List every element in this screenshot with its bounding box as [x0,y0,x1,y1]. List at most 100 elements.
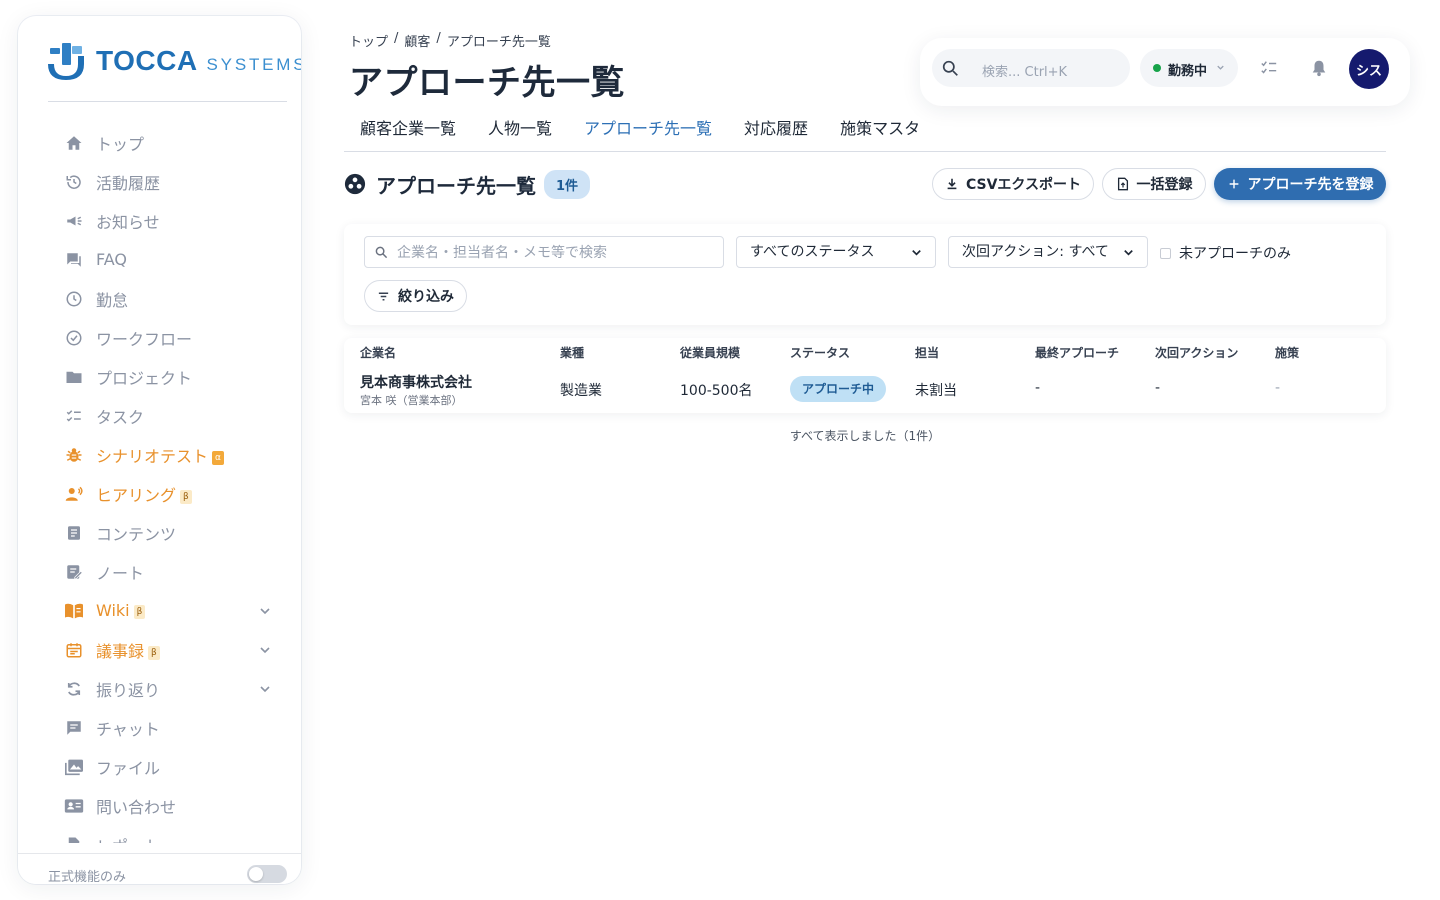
sidebar-divider [48,101,287,102]
images-icon [64,757,84,777]
breadcrumb-top[interactable]: トップ [349,31,388,50]
task-checklist-icon[interactable] [1260,59,1278,77]
status-filter-select[interactable]: すべてのステータス [736,236,936,268]
beta-badge: β [133,605,146,619]
sidebar-item-file[interactable]: ファイル [18,747,301,786]
bug-icon [64,445,84,465]
sidebar-item-label: レポート [96,833,160,844]
sidebar: TOCCA SYSTEMS トップ 活動履歴 お知らせ FAQ 勤怠 ワークフロ… [18,16,301,884]
folder-icon [64,367,84,387]
toggle-knob [249,867,263,881]
sidebar-item-workflow[interactable]: ワークフロー [18,318,301,357]
global-search[interactable]: 検索... Ctrl+K [932,49,1130,87]
tab-people[interactable]: 人物一覧 [472,116,568,151]
work-status-dropdown[interactable]: 勤務中 [1140,49,1238,87]
section-header: アプローチ先一覧 1件 [344,168,591,200]
tocca-logo-icon [48,43,84,80]
calendar-icon [64,640,84,660]
history-icon [64,172,84,192]
chevron-down-icon[interactable] [257,681,273,697]
column-header-industry[interactable]: 業種 [560,344,584,361]
bell-icon[interactable] [1310,59,1328,77]
breadcrumb-current: アプローチ先一覧 [446,35,551,50]
bulk-register-button[interactable]: 一括登録 [1102,168,1206,200]
sidebar-item-attendance[interactable]: 勤怠 [18,279,301,318]
logo[interactable]: TOCCA SYSTEMS [48,42,301,80]
csv-export-button[interactable]: CSVエクスポート [932,168,1094,200]
column-header-status[interactable]: ステータス [790,344,850,361]
column-header-measure[interactable]: 施策 [1275,344,1299,361]
sidebar-item-chat[interactable]: チャット [18,708,301,747]
check-circle-icon [64,328,84,348]
user-avatar[interactable]: シス [1349,49,1389,89]
column-header-next-action[interactable]: 次回アクション [1155,344,1238,361]
sidebar-item-contents[interactable]: コンテンツ [18,513,301,552]
sidebar-item-hearing[interactable]: ヒアリング β [18,474,301,513]
sidebar-item-wiki[interactable]: Wiki β [18,591,301,630]
checkbox-box[interactable] [1160,247,1171,259]
chevron-down-icon[interactable] [257,642,273,658]
filter-search-input[interactable] [397,241,717,265]
sidebar-item-label: ワークフロー [96,329,193,349]
column-header-last-approach[interactable]: 最終アプローチ [1035,344,1119,361]
megaphone-icon [64,211,84,231]
company-name[interactable]: 見本商事株式会社 [360,372,472,392]
company-cell: 見本商事株式会社 宮本 咲（営業本部） [360,372,472,408]
sidebar-item-label: プロジェクト [96,368,193,388]
sidebar-item-label: FAQ [96,250,127,269]
chevron-down-icon[interactable] [257,603,273,619]
filter-search-box [364,236,724,268]
sidebar-item-label: ファイル [96,758,161,778]
sidebar-item-label: 議事録 β [96,638,160,662]
sidebar-item-project[interactable]: プロジェクト [18,357,301,396]
next-action-filter-value: 次回アクション: すべて [962,244,1109,260]
tab-bar: 顧客企業一覧 人物一覧 アプローチ先一覧 対応履歴 施策マスタ [344,116,1386,152]
sidebar-item-minutes[interactable]: 議事録 β [18,630,301,669]
column-header-assignee[interactable]: 担当 [915,344,939,361]
search-icon [375,246,388,259]
breadcrumb-separator: / [436,31,441,46]
home-icon [64,133,84,153]
sidebar-item-top[interactable]: トップ [18,123,301,162]
beta-badge: β [180,489,192,504]
tab-correspondence-history[interactable]: 対応履歴 [728,116,824,151]
sidebar-item-faq[interactable]: FAQ [18,240,301,279]
sidebar-item-activity[interactable]: 活動履歴 [18,162,301,201]
sidebar-item-label: Wiki β [96,601,146,620]
narrow-down-button[interactable]: 絞り込み [364,280,467,312]
document-icon [64,523,84,543]
sidebar-item-label: 活動履歴 [96,173,161,193]
top-toolbar: 検索... Ctrl+K 勤務中 シス [920,38,1410,106]
measure-cell: - [1275,380,1281,396]
note-icon [64,562,84,582]
column-header-employee-size[interactable]: 従業員規模 [680,344,740,361]
filter-panel: すべてのステータス 次回アクション: すべて 未アプローチのみ 絞り込み [344,224,1386,325]
sidebar-item-retrospective[interactable]: 振り返り [18,669,301,708]
chevron-down-icon [1217,65,1224,70]
download-icon [947,178,957,190]
breadcrumb-separator: / [394,31,399,46]
column-header-company[interactable]: 企業名 [360,344,396,361]
sidebar-item-news[interactable]: お知らせ [18,201,301,240]
sidebar-item-label: ノート [96,563,145,583]
contact-person: 宮本 咲（営業本部） [360,394,463,407]
next-action-filter-select[interactable]: 次回アクション: すべて [948,236,1148,268]
page-title: アプローチ先一覧 [349,63,625,103]
sidebar-item-label: お知らせ [96,212,160,232]
beta-badge: β [148,645,160,660]
tab-customer-companies[interactable]: 顧客企業一覧 [344,116,472,151]
official-features-toggle[interactable] [247,865,287,883]
breadcrumb-customer[interactable]: 顧客 [404,31,430,50]
section-title: アプローチ先一覧 [376,173,536,198]
unapproached-only-checkbox[interactable]: 未アプローチのみ [1160,243,1291,263]
tab-approach-targets[interactable]: アプローチ先一覧 [568,116,728,151]
sidebar-item-note[interactable]: ノート [18,552,301,591]
faq-chat-icon [64,250,84,270]
sidebar-item-contact[interactable]: 問い合わせ [18,786,301,825]
tab-measure-master[interactable]: 施策マスタ [824,116,936,151]
register-approach-button[interactable]: アプローチ先を登録 [1214,168,1386,200]
sidebar-nav: トップ 活動履歴 お知らせ FAQ 勤怠 ワークフロー プロジェクト タスク シ… [18,123,301,843]
next-action-cell: - [1155,380,1161,396]
sidebar-item-report[interactable]: レポート [18,825,301,843]
sidebar-item-label: コンテンツ [96,524,177,544]
